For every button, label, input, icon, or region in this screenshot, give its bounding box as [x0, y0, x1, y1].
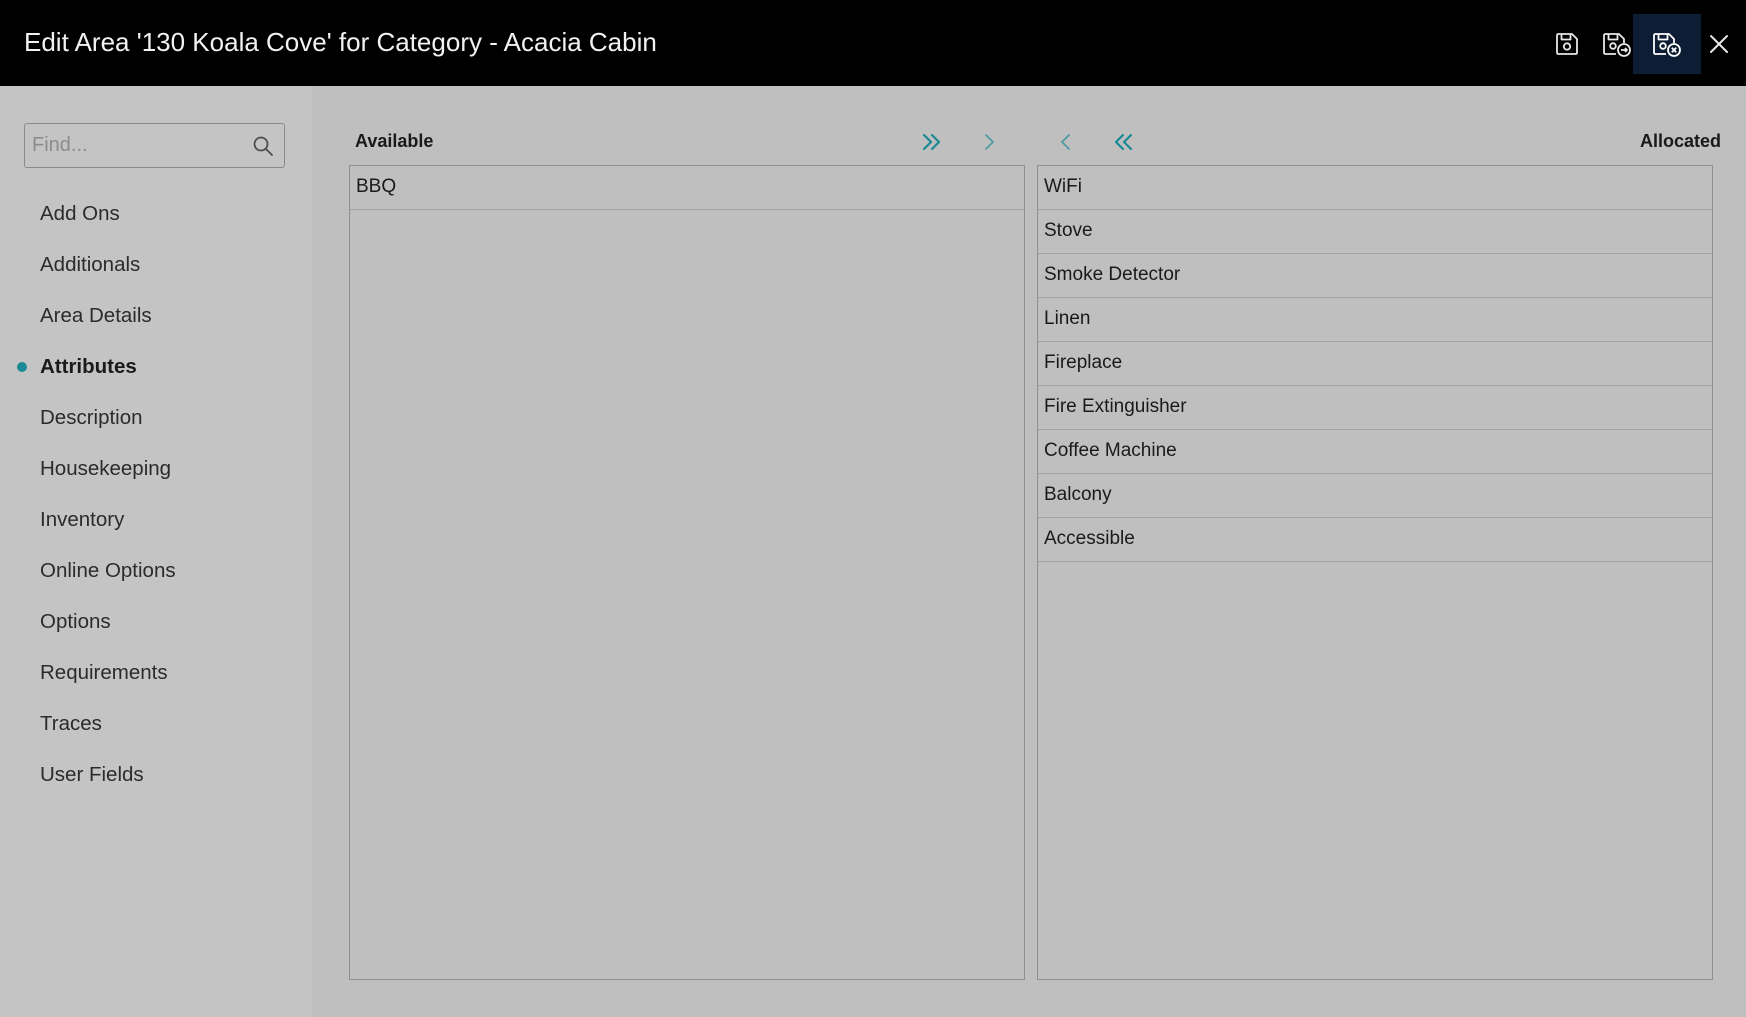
list-item[interactable]: Smoke Detector [1038, 254, 1712, 298]
available-list-label: Available [355, 131, 434, 151]
list-item[interactable]: Fireplace [1038, 342, 1712, 386]
main-content: Available Allocated BBQ WiFi Stove Smoke… [312, 86, 1746, 1017]
sidebar-item-label: Online Options [40, 559, 176, 582]
dialog-header: Edit Area '130 Koala Cove' for Category … [0, 0, 1746, 86]
save-and-close-icon [1653, 33, 1681, 57]
list-item[interactable]: Coffee Machine [1038, 430, 1712, 474]
sidebar-item-label: Requirements [40, 661, 168, 684]
list-item[interactable]: Balcony [1038, 474, 1712, 518]
double-chevron-right-icon [922, 133, 941, 151]
search-icon[interactable] [252, 135, 274, 157]
list-item[interactable]: BBQ [350, 166, 1024, 210]
sidebar-nav: Add Ons Additionals Area Details Attribu… [0, 188, 312, 800]
sidebar-item-label: Housekeeping [40, 457, 172, 480]
chevron-left-icon [1061, 134, 1070, 150]
sidebar-item-label: Add Ons [40, 202, 120, 225]
save-and-close-button[interactable] [1633, 14, 1701, 74]
allocated-list-label: Allocated [1639, 131, 1721, 151]
remove-all-button[interactable] [1103, 124, 1143, 160]
sidebar-item-label: Options [40, 610, 111, 633]
save-and-new-icon [1603, 33, 1631, 57]
active-indicator-dot [17, 362, 27, 372]
sidebar-item-area-details[interactable]: Area Details [0, 290, 312, 341]
sidebar-item-online-options[interactable]: Online Options [0, 545, 312, 596]
list-item[interactable]: Linen [1038, 298, 1712, 342]
list-item[interactable]: Accessible [1038, 518, 1712, 562]
list-item[interactable]: WiFi [1038, 166, 1712, 210]
sidebar-item-inventory[interactable]: Inventory [0, 494, 312, 545]
allocate-all-button[interactable] [912, 124, 952, 160]
available-list[interactable]: BBQ [349, 165, 1025, 980]
allocate-selected-button[interactable] [969, 124, 1009, 160]
sidebar-item-housekeeping[interactable]: Housekeeping [0, 443, 312, 494]
sidebar-item-attributes[interactable]: Attributes [0, 341, 312, 392]
sidebar-item-add-ons[interactable]: Add Ons [0, 188, 312, 239]
sidebar-item-options[interactable]: Options [0, 596, 312, 647]
sidebar-item-label: Attributes [40, 355, 137, 378]
search-input[interactable] [25, 124, 245, 167]
double-chevron-left-icon [1114, 133, 1133, 151]
sidebar-item-requirements[interactable]: Requirements [0, 647, 312, 698]
close-button[interactable] [1696, 14, 1742, 74]
save-icon [1556, 33, 1578, 55]
close-icon [1710, 35, 1728, 53]
sidebar-item-additionals[interactable]: Additionals [0, 239, 312, 290]
sidebar-item-label: Area Details [40, 304, 152, 327]
list-item[interactable]: Fire Extinguisher [1038, 386, 1712, 430]
sidebar-item-label: Traces [40, 712, 102, 735]
sidebar-item-label: Inventory [40, 508, 125, 531]
sidebar-item-label: User Fields [40, 763, 144, 786]
sidebar-item-description[interactable]: Description [0, 392, 312, 443]
remove-selected-button[interactable] [1046, 124, 1086, 160]
chevron-right-icon [985, 134, 994, 150]
sidebar-item-traces[interactable]: Traces [0, 698, 312, 749]
allocated-list[interactable]: WiFi Stove Smoke Detector Linen Fireplac… [1037, 165, 1713, 980]
sidebar-item-label: Description [40, 406, 143, 429]
sidebar: Add Ons Additionals Area Details Attribu… [0, 86, 312, 1017]
sidebar-item-user-fields[interactable]: User Fields [0, 749, 312, 800]
list-item[interactable]: Stove [1038, 210, 1712, 254]
search-box [24, 123, 285, 168]
sidebar-item-label: Additionals [40, 253, 141, 276]
dialog-title: Edit Area '130 Koala Cove' for Category … [24, 27, 657, 57]
